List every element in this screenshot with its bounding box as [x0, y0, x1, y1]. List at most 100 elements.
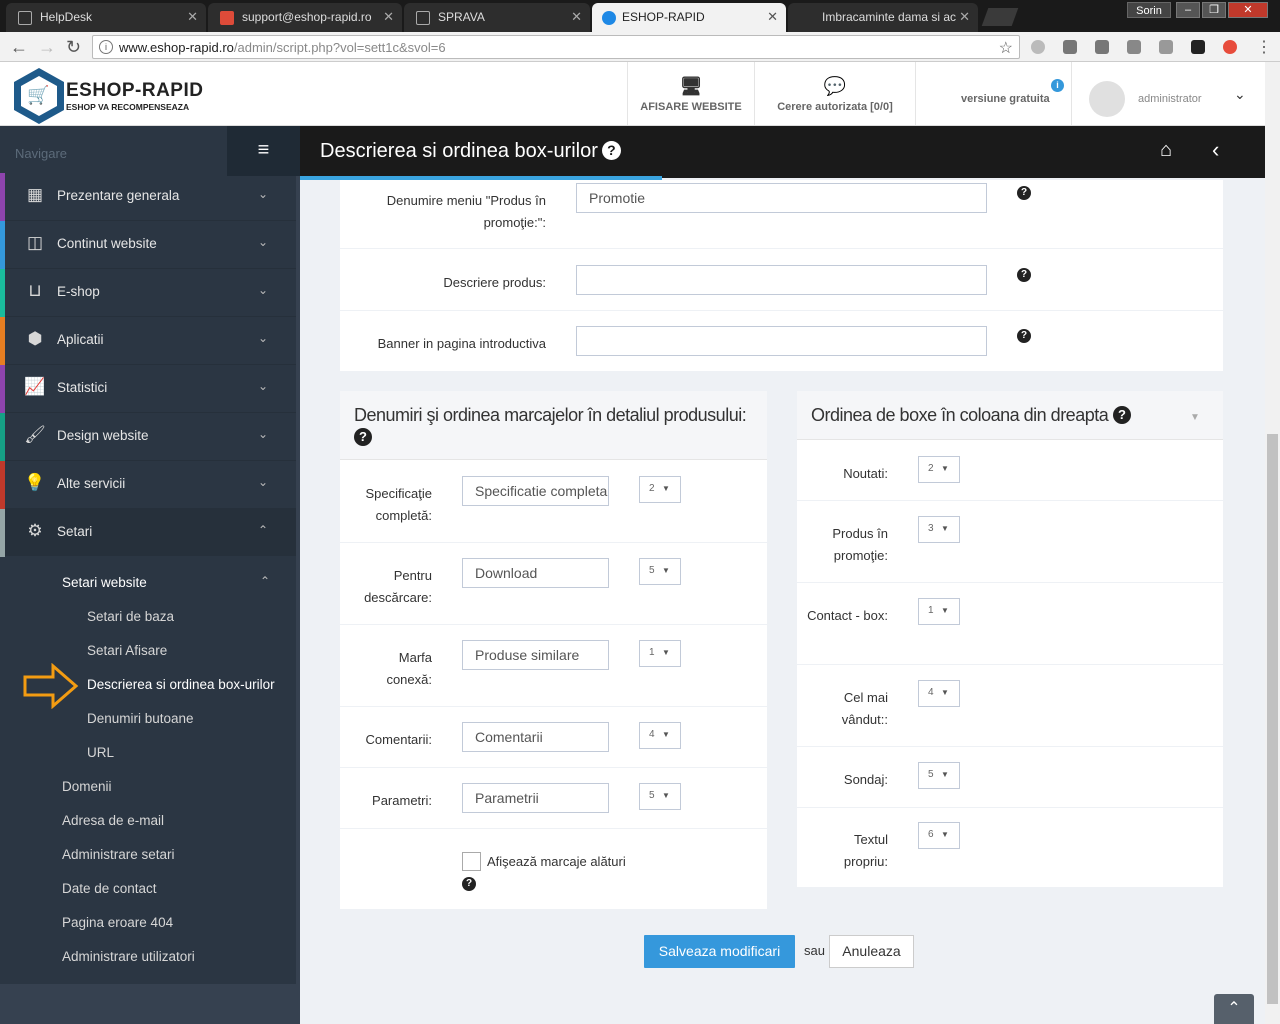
code-extension-icon[interactable]	[1095, 40, 1109, 54]
show-website-button[interactable]: 🖥 AFISARE WEBSITE	[627, 62, 754, 125]
close-icon[interactable]: ✕	[571, 9, 582, 25]
related-goods-order-select[interactable]: 1 ▼	[639, 640, 681, 667]
caret-down-icon: ▼	[941, 830, 949, 839]
own-text-order-select[interactable]: 6 ▼	[918, 822, 960, 849]
sidebar-item-eshop[interactable]: ⊔ E-shop ⌄	[0, 269, 296, 317]
show-tabs-side-checkbox[interactable]	[462, 852, 481, 871]
sidebar-item-design[interactable]: 🖌 Design website ⌄	[0, 413, 296, 461]
browser-tab-imbracaminte[interactable]: Imbracaminte dama si ac ✕	[788, 3, 978, 32]
extension-icon[interactable]	[1159, 40, 1173, 54]
close-icon[interactable]: ✕	[959, 9, 970, 25]
close-icon[interactable]: ✕	[187, 9, 198, 25]
url-input[interactable]: i www.eshop-rapid.ro/admin/script.php?vo…	[92, 35, 1020, 59]
logo[interactable]: 🛒 ESHOP-RAPID ESHOP VA RECOMPENSEAZA	[14, 68, 284, 124]
extension-icon[interactable]	[1031, 40, 1045, 54]
poll-order-select[interactable]: 5 ▼	[918, 762, 960, 789]
news-order-select[interactable]: 2 ▼	[918, 456, 960, 483]
sidebar-subitem-button-names[interactable]: Denumiri butoane	[87, 711, 194, 726]
promo-menu-name-input[interactable]: Promotie	[576, 183, 987, 213]
sidebar-subitem-basic-settings[interactable]: Setari de baza	[87, 609, 174, 624]
extension-icon[interactable]	[1223, 40, 1237, 54]
best-seller-order-select[interactable]: 4 ▼	[918, 680, 960, 707]
sidebar-nav-label: Navigare	[15, 146, 68, 161]
tv-extension-icon[interactable]	[1127, 40, 1141, 54]
related-goods-input[interactable]: Produse similare	[462, 640, 609, 670]
sidebar-subitem-404[interactable]: Pagina eroare 404	[62, 915, 173, 930]
browser-tab-mail[interactable]: support@eshop-rapid.ro ✕	[208, 3, 402, 32]
browser-tab-sprava[interactable]: SPRAVA ✕	[404, 3, 590, 32]
sidebar-subitem-box-order[interactable]: Descrierea si ordinea box-urilor	[87, 677, 275, 692]
help-icon[interactable]: ?	[1112, 406, 1131, 424]
help-icon[interactable]: ?	[1017, 329, 1031, 343]
sidebar-item-services[interactable]: 💡 Alte servicii ⌄	[0, 461, 296, 509]
chevron-left-icon[interactable]: ‹	[1212, 137, 1219, 163]
chevron-down-icon: ⌄	[258, 235, 269, 249]
close-icon[interactable]: ✕	[383, 9, 394, 25]
minimize-icon[interactable]: –	[1176, 2, 1200, 18]
home-icon[interactable]: ⌂	[1160, 139, 1172, 162]
maximize-icon[interactable]: ❐	[1202, 2, 1226, 18]
browser-tab-eshop[interactable]: ESHOP-RAPID ✕	[592, 3, 786, 32]
scrollbar-thumb[interactable]	[1267, 434, 1278, 1004]
sidebar-subitem-display-settings[interactable]: Setari Afisare	[87, 643, 167, 658]
forward-arrow-icon[interactable]: →	[38, 37, 56, 58]
divider	[340, 767, 767, 768]
product-description-input[interactable]	[576, 265, 987, 295]
sidebar-item-apps[interactable]: ⬢ Aplicatii ⌄	[0, 317, 296, 365]
full-spec-order-select[interactable]: 2 ▼	[639, 476, 681, 503]
extension-icon[interactable]	[1063, 40, 1077, 54]
back-arrow-icon[interactable]: ←	[10, 37, 28, 58]
promo-product-order-select[interactable]: 3 ▼	[918, 516, 960, 543]
help-icon[interactable]: ?	[1017, 186, 1031, 200]
help-icon[interactable]: ?	[1017, 268, 1031, 282]
parameters-input[interactable]: Parametrii	[462, 783, 609, 813]
download-input[interactable]: Download	[462, 558, 609, 588]
new-tab-button[interactable]	[981, 8, 1019, 26]
help-icon[interactable]: ?	[354, 428, 372, 446]
info-icon[interactable]: i	[1051, 79, 1064, 92]
parameters-order-select[interactable]: 5 ▼	[639, 783, 681, 810]
sidebar-subitem-admin-settings[interactable]: Administrare setari	[62, 847, 175, 862]
browser-menu-icon[interactable]: ⋮	[1256, 37, 1272, 57]
collapse-caret-icon[interactable]: ▼	[1190, 412, 1200, 423]
sidebar-subitem-domains[interactable]: Domenii	[62, 779, 112, 794]
sidebar-subitem-url[interactable]: URL	[87, 745, 114, 760]
sidebar-item-overview[interactable]: ▦ Prezentare generala ⌄	[0, 173, 296, 221]
browser-tab-helpdesk[interactable]: HelpDesk ✕	[6, 3, 206, 32]
tabs-order-title-text: Denumiri şi ordinea marcajelor în detali…	[354, 405, 747, 425]
chevron-down-icon[interactable]: ⌄	[1234, 86, 1246, 103]
user-menu[interactable]: administrator ⌄	[1071, 62, 1280, 125]
sidebar-item-settings[interactable]: ⚙ Setari ⌃	[0, 509, 296, 557]
caret-down-icon: ▼	[662, 791, 670, 800]
help-icon[interactable]: ?	[462, 877, 476, 891]
bookmark-star-icon[interactable]: ☆	[999, 38, 1013, 58]
help-icon[interactable]: ?	[601, 141, 621, 160]
page-icon	[18, 11, 32, 25]
comments-order-select[interactable]: 4 ▼	[639, 722, 681, 749]
sidebar-subitem-website-settings[interactable]: Setari website	[62, 575, 147, 590]
reload-icon[interactable]: ↻	[66, 37, 81, 58]
sidebar-subitem-contact[interactable]: Date de contact	[62, 881, 157, 896]
contact-box-order-select[interactable]: 1 ▼	[918, 598, 960, 625]
info-icon[interactable]: i	[99, 40, 113, 54]
full-spec-input[interactable]: Specificatie completa	[462, 476, 609, 506]
sidebar-subitem-users[interactable]: Administrare utilizatori	[62, 949, 195, 964]
browser-user-button[interactable]: Sorin	[1127, 2, 1171, 18]
contact-box-label: Contact - box:	[807, 608, 888, 623]
cancel-button[interactable]: Anuleaza	[829, 935, 914, 968]
chevron-up-icon[interactable]: ⌃	[260, 574, 270, 588]
save-button[interactable]: Salveaza modificari	[644, 935, 795, 968]
download-order-select[interactable]: 5 ▼	[639, 558, 681, 585]
intro-banner-input[interactable]	[576, 326, 987, 356]
version-badge[interactable]: versiune gratuita i	[915, 62, 1071, 125]
sidebar-item-content[interactable]: ◫ Continut website ⌄	[0, 221, 296, 269]
sidebar-subitem-email[interactable]: Adresa de e-mail	[62, 813, 164, 828]
close-icon[interactable]: ✕	[767, 9, 778, 25]
extension-icon[interactable]	[1191, 40, 1205, 54]
sidebar-item-statistics[interactable]: 📈 Statistici ⌄	[0, 365, 296, 413]
scroll-to-top-button[interactable]: ⌃	[1214, 994, 1254, 1024]
authorized-request-button[interactable]: 💬 Cerere autorizata [0/0]	[754, 62, 915, 125]
hamburger-menu-icon[interactable]: ≡	[227, 126, 300, 176]
window-close-icon[interactable]: ✕	[1228, 2, 1268, 18]
comments-input[interactable]: Comentarii	[462, 722, 609, 752]
